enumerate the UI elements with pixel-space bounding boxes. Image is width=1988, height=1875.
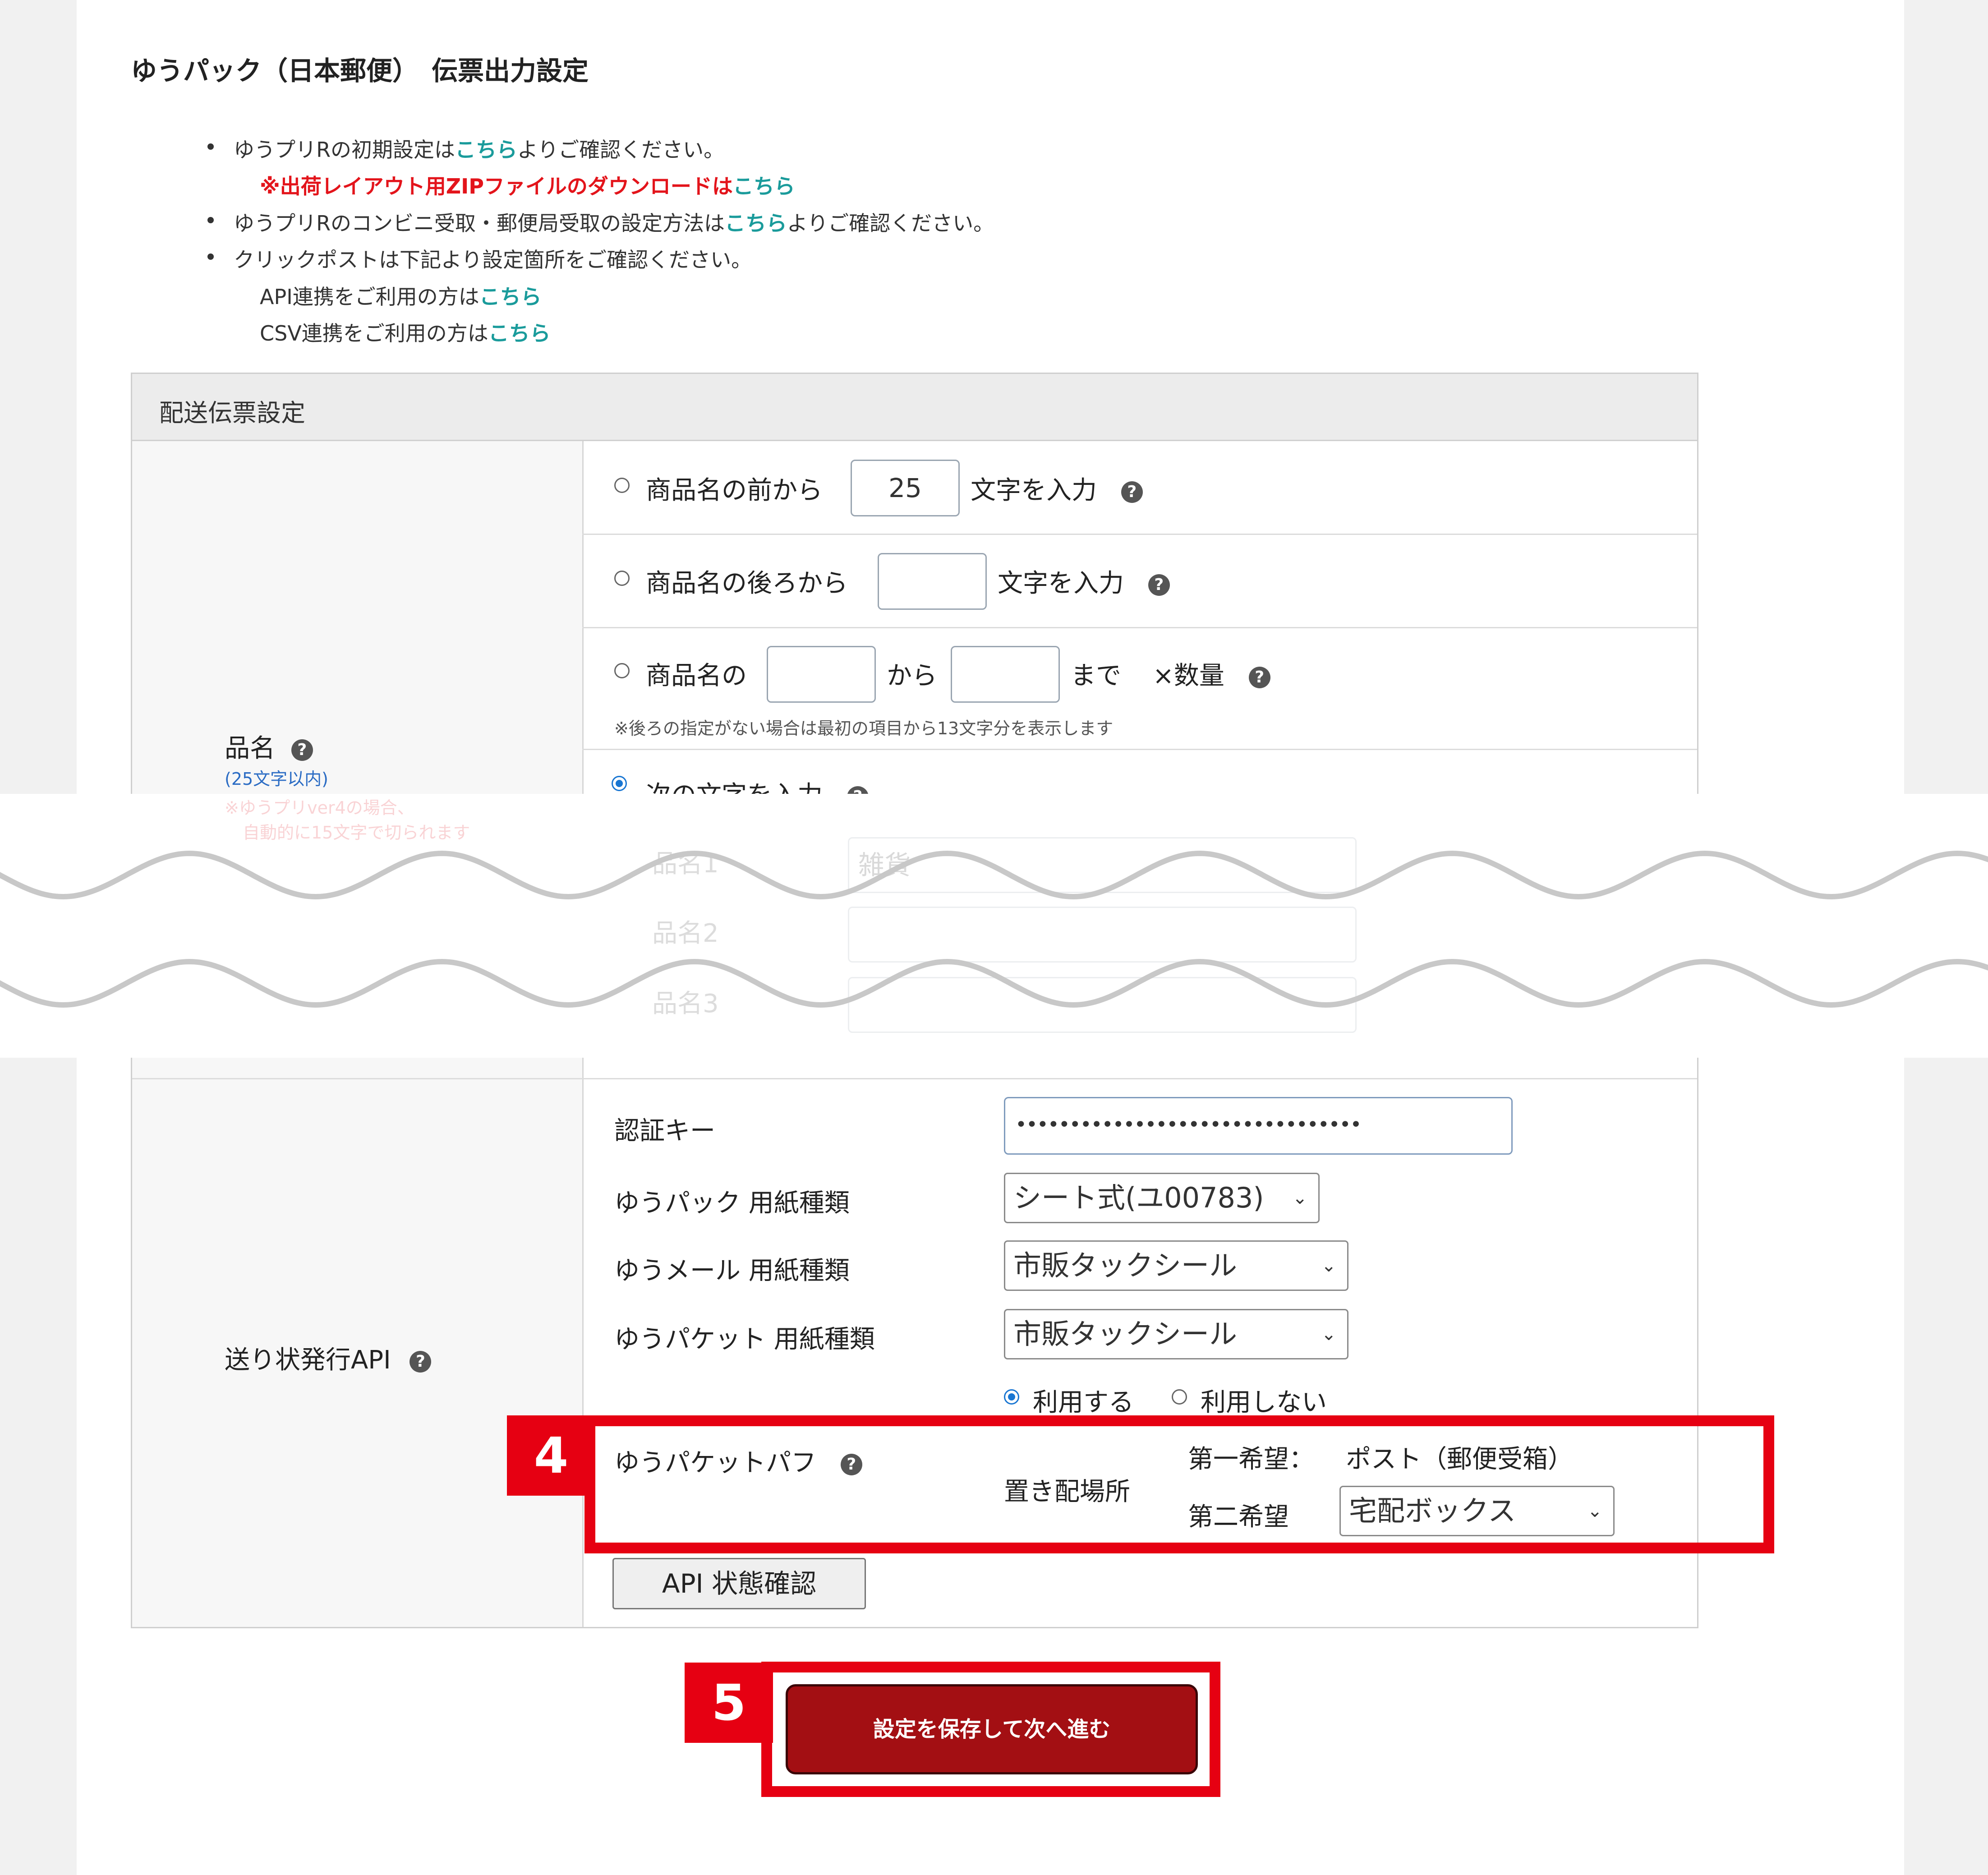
first-choice-value: ポスト（郵便受箱） — [1346, 1445, 1573, 1474]
auth-key-label: 認証キー — [614, 1116, 715, 1146]
break-wave-lines — [0, 850, 1988, 1008]
info-line-5: API連携をご利用の方はこちら — [260, 285, 542, 309]
no-use-label: 利用しない — [1201, 1388, 1327, 1417]
use-label: 利用する — [1033, 1388, 1134, 1417]
radio-no-use[interactable] — [1172, 1389, 1187, 1405]
row-divider — [582, 627, 1697, 628]
chevron-down-icon: ⌄ — [1587, 1501, 1602, 1521]
opt3-from-label: から — [887, 661, 937, 691]
row-divider — [132, 1078, 1697, 1079]
api-label: 送り状発行API ? — [225, 1340, 432, 1376]
place-label: 置き配場所 — [1004, 1477, 1130, 1506]
yupacket-paper-select[interactable]: 市販タックシール ⌄ — [1004, 1309, 1348, 1359]
auth-key-input[interactable]: •••••••••••••••••••••••••••••••• — [1004, 1097, 1513, 1155]
opt1-suffix: 文字を入力 ? — [971, 470, 1143, 507]
opt3-to-label: まで — [1071, 661, 1121, 691]
row-divider — [582, 749, 1697, 750]
api-status-button[interactable]: API 状態確認 — [612, 1558, 866, 1609]
first-choice-label: 第一希望： — [1188, 1445, 1314, 1474]
help-icon[interactable]: ? — [410, 1350, 432, 1373]
row-divider — [582, 534, 1697, 535]
chevron-down-icon: ⌄ — [1292, 1188, 1307, 1208]
chevron-down-icon: ⌄ — [1321, 1255, 1336, 1276]
opt3-label: 商品名の — [646, 661, 747, 691]
opt3-note: ※後ろの指定がない場合は最初の項目から13文字分を表示します — [614, 719, 1114, 738]
zip-download-link[interactable]: こちら — [733, 174, 795, 198]
hinmei-label: 品名 ? — [225, 728, 313, 765]
bullet-icon — [207, 143, 214, 150]
info-line-3: ゆうプリRのコンビニ受取・郵便局受取の設定方法はこちらよりご確認ください。 — [207, 207, 994, 237]
radio-use[interactable] — [1004, 1389, 1019, 1405]
radio-back-chars[interactable] — [614, 571, 630, 586]
second-choice-label: 第二希望 — [1188, 1502, 1289, 1532]
zip-download-line: ※出荷レイアウト用ZIPファイルのダウンロードはこちら — [260, 174, 795, 198]
yupack-paper-label: ゆうパック 用紙種類 — [614, 1189, 850, 1218]
radio-custom-text[interactable] — [612, 776, 627, 791]
api-link[interactable]: こちら — [479, 285, 542, 309]
info-line-1: ゆうプリRの初期設定はこちらよりご確認ください。 — [207, 134, 724, 163]
cut-break-area: ※ゆうプリver4の場合、 自動的に15文字で切られます 品名1 雑貨 品名2 … — [0, 794, 1988, 1058]
radio-front-chars[interactable] — [614, 478, 630, 493]
help-icon[interactable]: ? — [291, 739, 313, 761]
step-badge-5: 5 — [685, 1663, 773, 1743]
hinmei-limit-note: (25文字以内) — [225, 769, 329, 789]
opt3-qty: ×数量 ? — [1153, 655, 1270, 692]
opt2-suffix: 文字を入力 ? — [998, 563, 1170, 599]
bullet-icon — [207, 217, 214, 223]
step-badge-4: 4 — [507, 1415, 595, 1496]
opt2-label: 商品名の後ろから — [646, 569, 848, 598]
help-icon[interactable]: ? — [840, 1453, 862, 1475]
yupacket-paper-label: ゆうパケット 用紙種類 — [614, 1325, 875, 1354]
help-icon[interactable]: ? — [1121, 481, 1143, 503]
chevron-down-icon: ⌄ — [1321, 1324, 1336, 1345]
yumail-paper-label: ゆうメール 用紙種類 — [614, 1256, 850, 1285]
yupacket-puff-label: ゆうパケットパフ ? — [614, 1442, 862, 1479]
section-header: 配送伝票設定 — [132, 374, 1697, 441]
save-next-button[interactable]: 設定を保存して次へ進む — [786, 1684, 1198, 1774]
init-settings-link[interactable]: こちら — [455, 138, 517, 162]
help-icon[interactable]: ? — [1148, 574, 1170, 596]
csv-link[interactable]: こちら — [488, 321, 551, 346]
opt1-label: 商品名の前から — [646, 476, 823, 505]
convenience-settings-link[interactable]: こちら — [725, 211, 787, 235]
back-chars-input[interactable] — [878, 553, 987, 610]
front-chars-input[interactable]: 25 — [851, 460, 960, 516]
info-line-4: クリックポストは下記より設定箇所をご確認ください。 — [207, 244, 752, 273]
second-choice-select[interactable]: 宅配ボックス ⌄ — [1339, 1486, 1615, 1536]
radio-range-chars[interactable] — [614, 663, 630, 678]
yupack-paper-select[interactable]: シート式(ユ00783) ⌄ — [1004, 1173, 1320, 1223]
page-title: ゆうパック（日本郵便） 伝票出力設定 — [131, 55, 589, 86]
help-icon[interactable]: ? — [1248, 666, 1270, 688]
range-to-input[interactable] — [951, 646, 1060, 703]
yumail-paper-select[interactable]: 市販タックシール ⌄ — [1004, 1240, 1348, 1291]
info-line-6: CSV連携をご利用の方はこちら — [260, 321, 551, 346]
bullet-icon — [207, 253, 214, 260]
opt4-label: 次の文字を入力 ? — [646, 775, 869, 795]
range-from-input[interactable] — [767, 646, 876, 703]
